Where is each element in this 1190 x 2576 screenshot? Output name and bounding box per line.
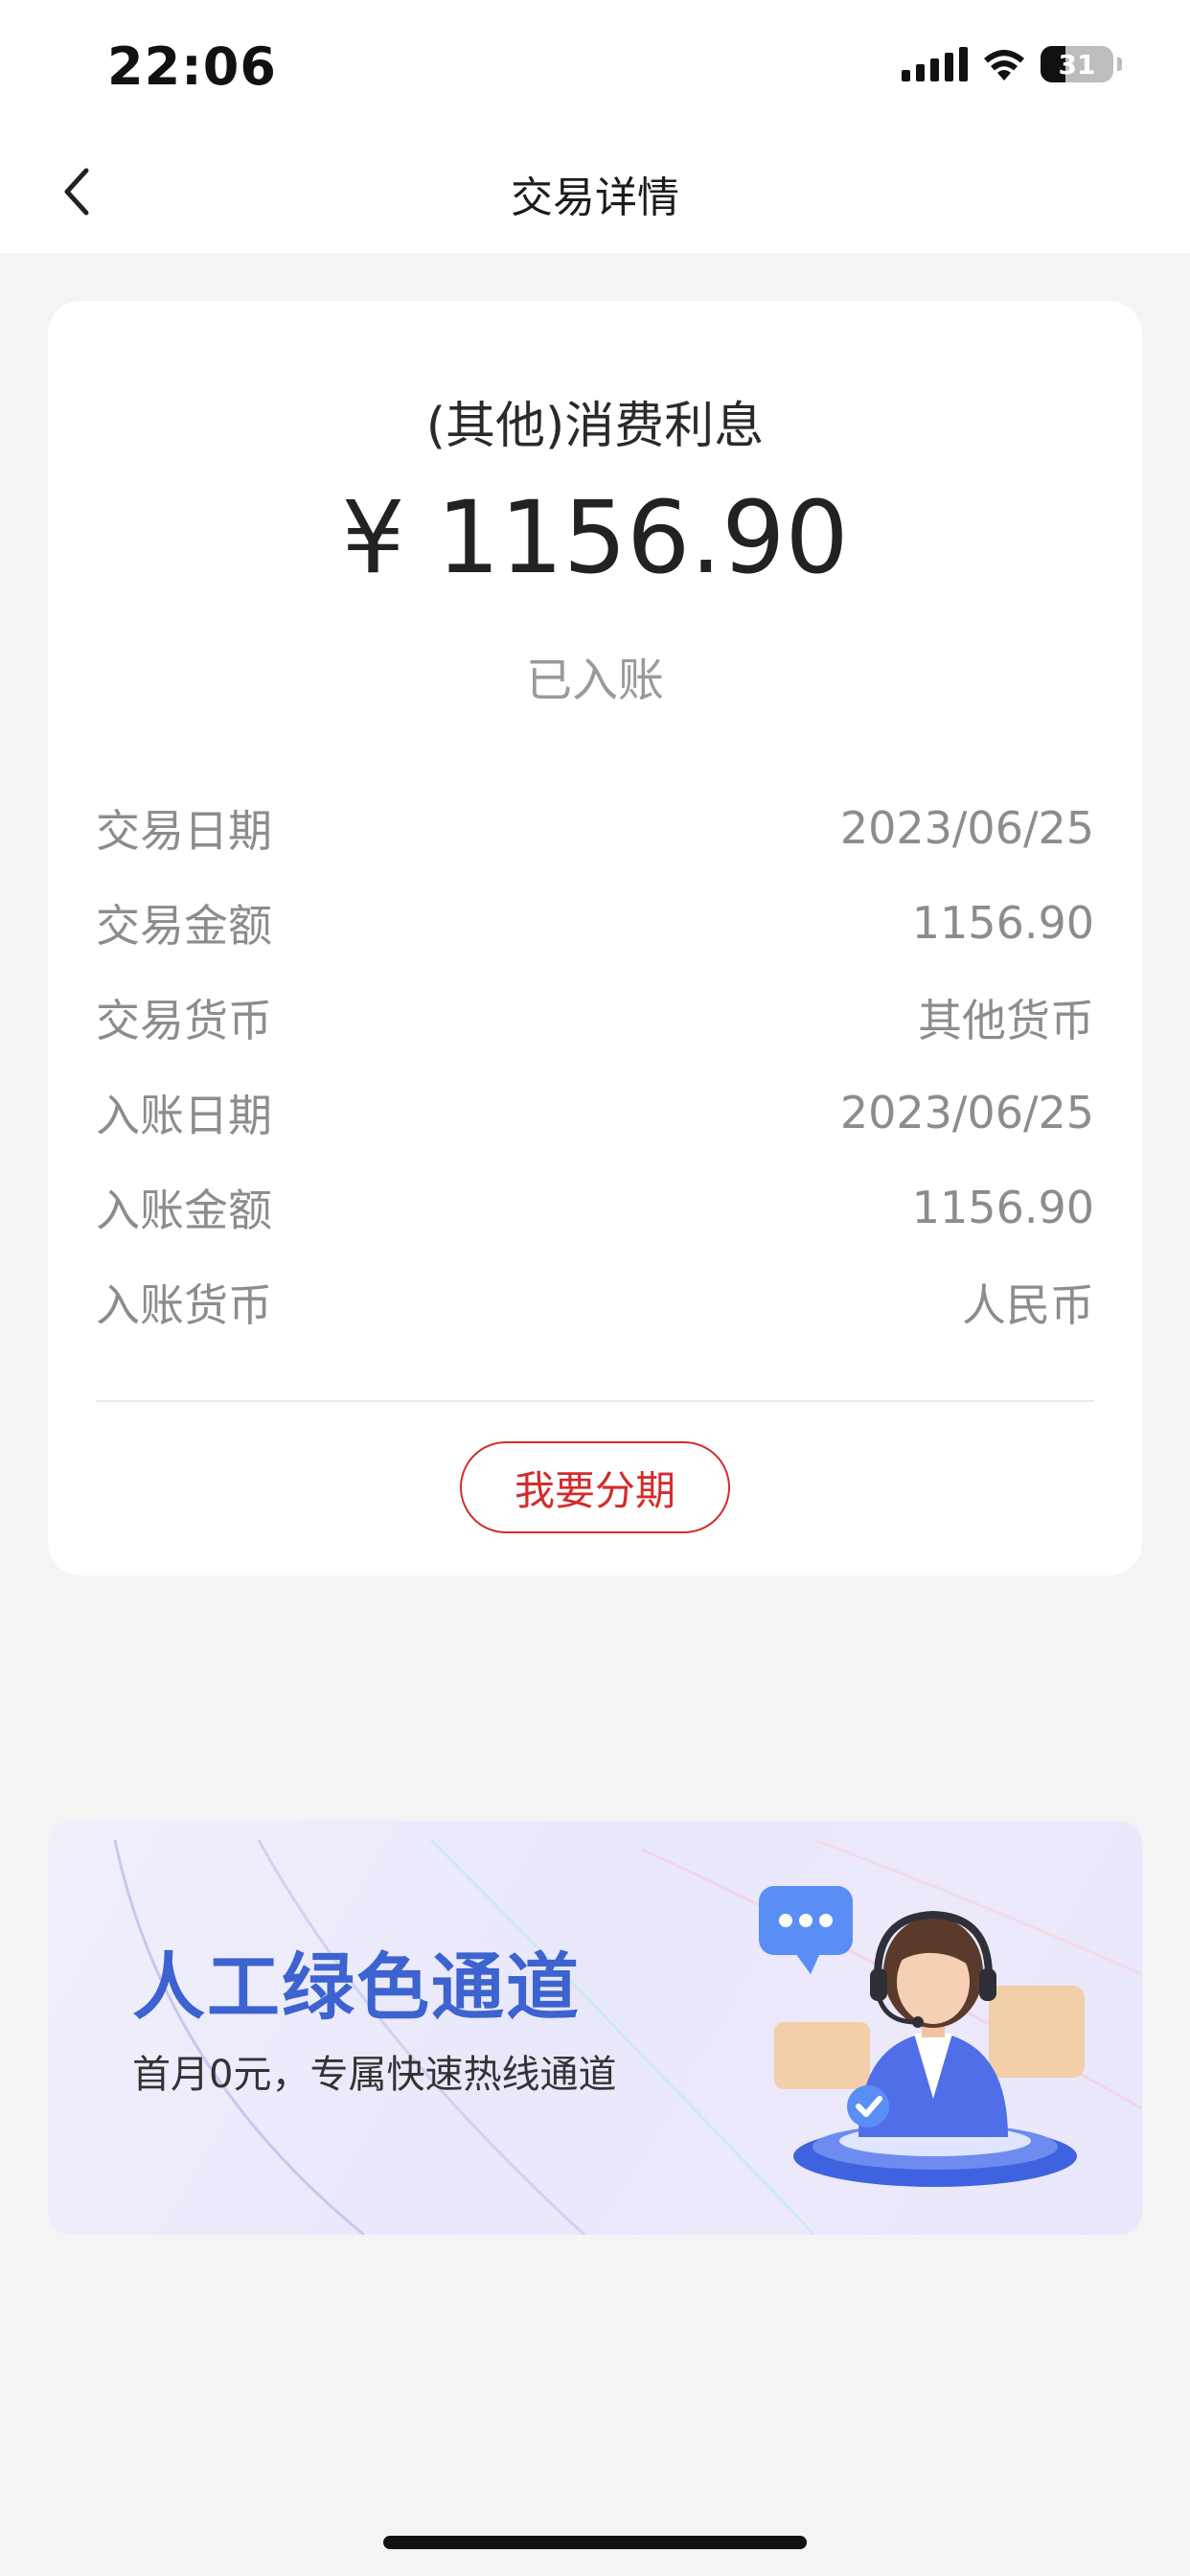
card-divider: [96, 1400, 1094, 1402]
detail-row: 入账货币 人民币: [96, 1254, 1094, 1349]
detail-row: 交易货币 其他货币: [96, 970, 1094, 1065]
detail-label: 入账日期: [96, 1089, 272, 1141]
detail-label: 交易金额: [96, 899, 272, 952]
detail-value: 2023/06/25: [839, 1086, 1094, 1138]
detail-row: 交易金额 1156.90: [96, 875, 1094, 970]
detail-value: 1156.90: [911, 896, 1094, 949]
transaction-card: (其他)消费利息 ¥ 1156.90 已入账 交易日期 2023/06/25 交…: [48, 301, 1142, 1576]
status-bar: 22:06 31: [0, 0, 1190, 134]
detail-value: 1156.90: [911, 1181, 1094, 1233]
hotline-banner[interactable]: 人工绿色通道 首月0元，专属快速热线通道: [48, 1821, 1142, 2235]
banner-title: 人工绿色通道: [132, 1944, 581, 2030]
detail-row: 入账日期 2023/06/25: [96, 1065, 1094, 1160]
battery-icon: 31: [1041, 46, 1122, 82]
transaction-type: (其他)消费利息: [425, 398, 765, 455]
transaction-status: 已入账: [525, 654, 664, 707]
detail-row: 入账金额 1156.90: [96, 1160, 1094, 1254]
home-indicator: [383, 2536, 807, 2549]
wifi-icon: [984, 50, 1024, 80]
transaction-details: 交易日期 2023/06/25 交易金额 1156.90 交易货币 其他货币 入…: [96, 780, 1094, 1349]
detail-row: 交易日期 2023/06/25: [96, 780, 1094, 875]
banner-subtitle: 首月0元，专属快速热线通道: [132, 2053, 617, 2097]
detail-label: 入账货币: [96, 1278, 272, 1331]
installment-button[interactable]: 我要分期: [460, 1441, 730, 1533]
status-time: 22:06: [107, 36, 277, 97]
transaction-amount: ¥ 1156.90: [341, 479, 849, 596]
detail-value: 人民币: [962, 1278, 1094, 1331]
status-icons: 31: [902, 46, 1122, 82]
detail-label: 交易日期: [96, 804, 272, 857]
detail-label: 入账金额: [96, 1184, 272, 1236]
page-title: 交易详情: [511, 173, 679, 222]
battery-level: 31: [1058, 48, 1096, 80]
detail-label: 交易货币: [96, 994, 272, 1046]
cellular-signal-icon: [902, 47, 968, 81]
detail-value: 2023/06/25: [839, 801, 1094, 854]
detail-value: 其他货币: [918, 994, 1094, 1046]
nav-bar: 交易详情: [0, 134, 1190, 253]
customer-service-agent-icon: [759, 1886, 1085, 2187]
